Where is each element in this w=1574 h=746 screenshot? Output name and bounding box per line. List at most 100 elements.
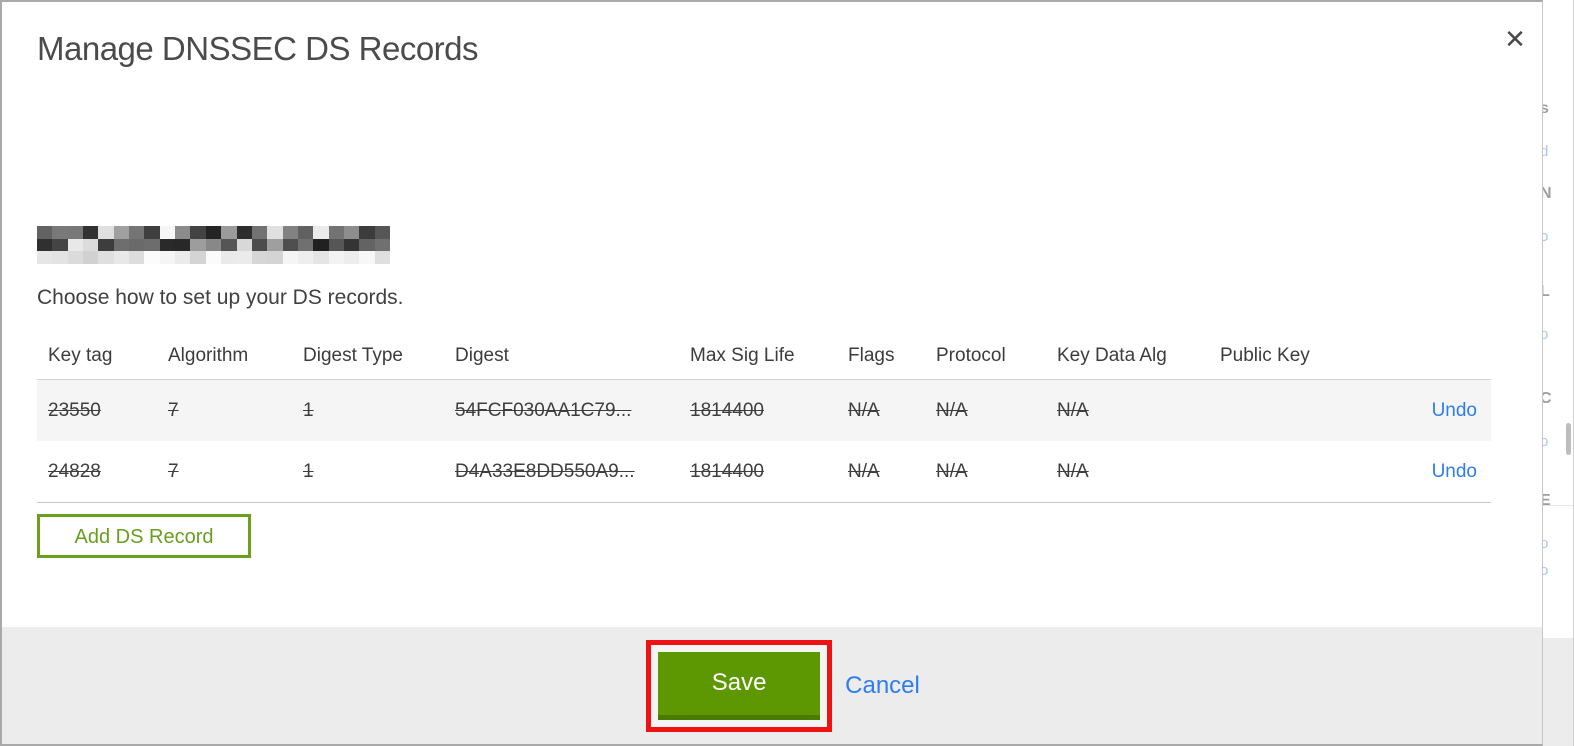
redaction-pixel <box>52 226 68 239</box>
redaction-pixel <box>205 238 222 252</box>
manage-dnssec-modal: Manage DNSSEC DS Records ✕ Choose how to… <box>0 0 1543 746</box>
redaction-pixel <box>98 238 114 252</box>
action-cell: Undo <box>1349 461 1491 483</box>
redaction-pixel <box>159 251 176 264</box>
redaction-pixel <box>267 226 283 239</box>
redaction-pixel <box>190 251 206 264</box>
redaction-pixel <box>129 251 145 264</box>
redaction-pixel <box>98 251 114 264</box>
table-cell: N/A <box>936 460 968 482</box>
table-cell: N/A <box>1057 399 1089 421</box>
redaction-pixel <box>67 238 84 252</box>
background-text-fragment: o <box>1543 326 1548 343</box>
redaction-pixel <box>113 251 130 264</box>
save-button[interactable]: Save <box>658 651 821 720</box>
table-cell: N/A <box>848 399 880 421</box>
redaction-pixel <box>359 238 375 252</box>
background-text-fragment: o <box>1543 228 1548 245</box>
redaction-pixel <box>236 238 252 252</box>
redaction-pixel <box>144 238 160 252</box>
table-cell: 23550 <box>48 399 101 421</box>
background-text-fragment: C <box>1543 390 1552 408</box>
close-icon[interactable]: ✕ <box>1498 22 1532 56</box>
redaction-pixel <box>374 238 390 252</box>
background-text-fragment: o <box>1543 535 1548 552</box>
background-text-fragment: E <box>1543 492 1551 510</box>
background-text-fragment: s <box>1543 100 1549 118</box>
table-row: 23550 7 1 54FCF030AA1C79... 1814400 N/A N/A N/A… <box>37 380 1491 441</box>
column-header: Flags <box>848 345 895 366</box>
table-cell: 54FCF030AA1C79... <box>455 399 632 421</box>
redaction-pixel <box>343 238 360 252</box>
redaction-pixel <box>328 226 344 239</box>
redaction-pixel <box>236 251 252 264</box>
background-text-fragment: L <box>1543 283 1550 301</box>
redaction-pixel <box>113 238 130 252</box>
table-cell: 7 <box>168 399 179 421</box>
scrollbar-thumb[interactable] <box>1566 423 1571 455</box>
undo-link[interactable]: Undo <box>1432 400 1477 421</box>
redaction-pixel <box>83 226 99 239</box>
redaction-pixel <box>159 238 176 252</box>
redaction-pixel <box>282 238 298 252</box>
column-header: Digest Type <box>303 345 403 366</box>
redaction-pixel <box>282 226 298 239</box>
screen: Manage DNSSEC DS Records ✕ Choose how to… <box>0 0 1574 746</box>
table-cell: N/A <box>1057 460 1089 482</box>
table-row: 24828 7 1 D4A33E8DD550A9... 1814400 N/A N/A N/A… <box>37 441 1491 502</box>
redaction-pixel <box>313 251 329 264</box>
redaction-pixel <box>374 251 390 264</box>
background-text-fragment: N <box>1543 185 1552 203</box>
cancel-link[interactable]: Cancel <box>845 672 920 700</box>
redaction-pixel <box>37 226 53 239</box>
redaction-pixel <box>37 251 53 264</box>
column-header: Public Key <box>1220 345 1310 366</box>
redaction-pixel <box>267 251 283 264</box>
table-cell: 1 <box>303 399 314 421</box>
redaction-pixel <box>221 226 237 239</box>
table-cell: 1 <box>303 460 314 482</box>
redaction-pixel <box>175 226 191 239</box>
redaction-pixel <box>221 238 237 252</box>
redaction-pixel <box>267 238 283 252</box>
redaction-pixel <box>328 238 344 252</box>
modal-footer: Save Cancel <box>2 627 1542 744</box>
redaction-pixel <box>297 251 314 264</box>
redaction-pixel <box>205 251 222 264</box>
action-cell: Undo <box>1349 400 1491 422</box>
redaction-pixel <box>251 251 268 264</box>
redaction-pixel <box>129 226 145 239</box>
redaction-pixel <box>175 238 191 252</box>
column-header: Protocol <box>936 345 1006 366</box>
redaction-pixel <box>144 251 160 264</box>
background-text-fragment: d <box>1543 143 1548 160</box>
table-cell: 24828 <box>48 460 101 482</box>
redaction-pixel <box>113 226 130 239</box>
column-header: Digest <box>455 345 509 366</box>
redaction-pixel <box>67 226 84 239</box>
add-ds-record-button[interactable]: Add DS Record <box>37 514 251 558</box>
redaction-pixel <box>144 226 160 239</box>
redaction-pixel <box>190 238 206 252</box>
footer-actions: Save Cancel <box>646 639 920 732</box>
redaction-pixel <box>251 226 268 239</box>
undo-link[interactable]: Undo <box>1432 461 1477 482</box>
table-cell: 1814400 <box>690 460 764 482</box>
column-header: Algorithm <box>168 345 249 366</box>
redaction-pixel <box>205 226 222 239</box>
table-cell: D4A33E8DD550A9... <box>455 460 635 482</box>
redaction-pixel <box>221 251 237 264</box>
redaction-pixel <box>359 226 375 239</box>
column-header: Max Sig Life <box>690 345 795 366</box>
redaction-pixel <box>297 238 314 252</box>
redaction-pixel <box>129 238 145 252</box>
redaction-pixel <box>374 226 390 239</box>
table-cell: N/A <box>848 460 880 482</box>
redaction-pixel <box>282 251 298 264</box>
redaction-pixel <box>313 238 329 252</box>
redaction-pixel <box>37 238 53 252</box>
save-highlight-annotation: Save <box>646 639 833 732</box>
redaction-pixel <box>159 226 176 239</box>
table-cell: N/A <box>936 399 968 421</box>
background-text-fragment: o <box>1543 562 1548 579</box>
